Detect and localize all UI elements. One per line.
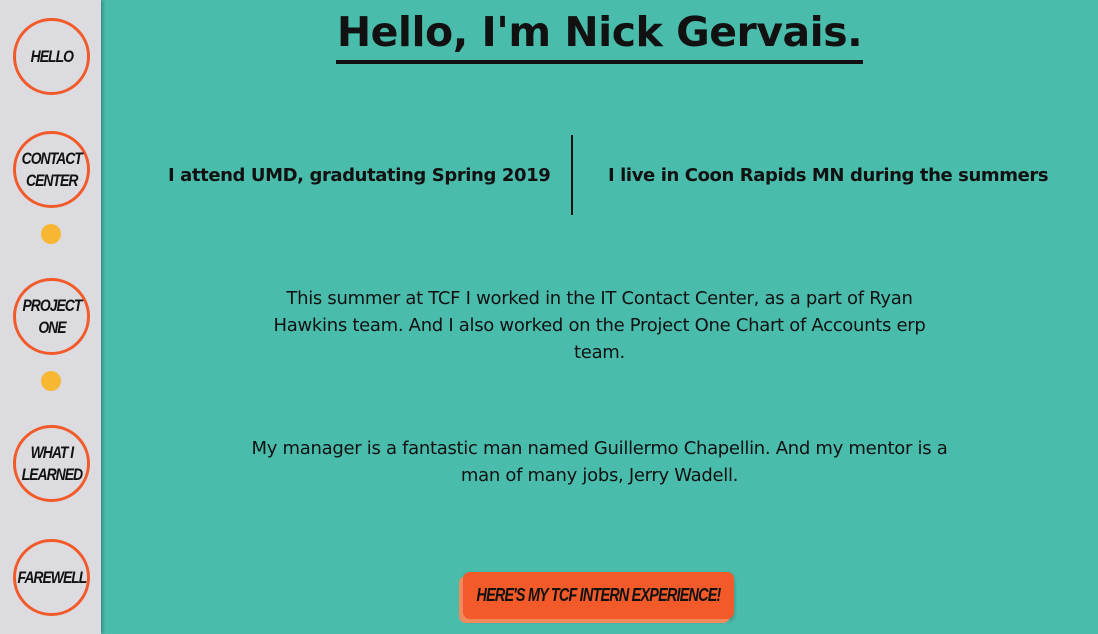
- nav-item-hello[interactable]: HELLO: [13, 18, 90, 95]
- title-wrapper: Hello, I'm Nick Gervais.: [101, 4, 1098, 64]
- intern-experience-button-label: HERE'S MY TCF INTERN EXPERIENCE!: [476, 585, 722, 605]
- fact-divider: [571, 135, 573, 215]
- page: HELLO CONTACT CENTER PROJECT ONE WHAT I …: [0, 0, 1098, 634]
- nav-item-farewell[interactable]: FAREWELL: [13, 539, 90, 616]
- fact-school: I attend UMD, gradutating Spring 2019: [168, 165, 551, 186]
- timeline-dot: [41, 371, 61, 391]
- nav-item-what-i-learned[interactable]: WHAT I LEARNED: [13, 425, 90, 502]
- nav-item-contact-center-label: CONTACT CENTER: [21, 148, 82, 190]
- nav-item-project-one[interactable]: PROJECT ONE: [13, 278, 90, 355]
- page-title: Hello, I'm Nick Gervais.: [335, 4, 864, 64]
- intern-experience-button[interactable]: HERE'S MY TCF INTERN EXPERIENCE!: [463, 572, 734, 619]
- sidebar-nav: HELLO CONTACT CENTER PROJECT ONE WHAT I …: [0, 0, 101, 634]
- nav-item-hello-label: HELLO: [30, 46, 73, 66]
- nav-item-farewell-label: FAREWELL: [17, 567, 87, 587]
- nav-item-project-one-label: PROJECT ONE: [22, 295, 82, 337]
- nav-item-what-i-learned-label: WHAT I LEARNED: [21, 442, 82, 484]
- timeline-dot: [41, 224, 61, 244]
- main-content: Hello, I'm Nick Gervais. I attend UMD, g…: [101, 0, 1098, 634]
- manager-paragraph: My manager is a fantastic man named Guil…: [251, 438, 948, 486]
- fact-home: I live in Coon Rapids MN during the summ…: [608, 165, 1049, 186]
- nav-item-contact-center[interactable]: CONTACT CENTER: [13, 131, 90, 208]
- intro-paragraph: This summer at TCF I worked in the IT Co…: [273, 288, 926, 363]
